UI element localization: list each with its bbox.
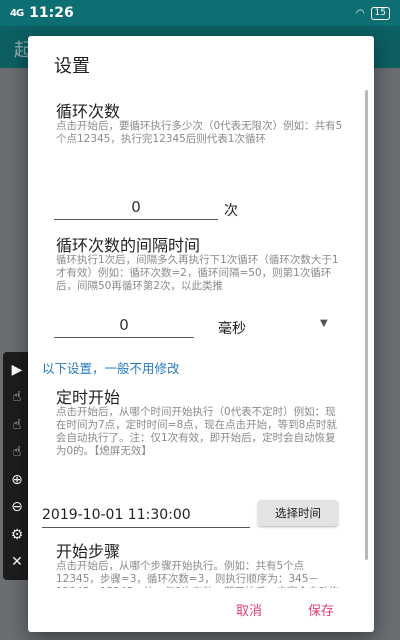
interval-unit-select[interactable]: 毫秒 <box>218 318 246 338</box>
tap-icon[interactable]: ☝ <box>13 444 22 460</box>
battery-icon: 15 <box>370 6 390 20</box>
tap-icon[interactable]: ☝ <box>13 417 22 433</box>
add-circle-icon[interactable]: ⊕ <box>11 472 23 488</box>
loop-interval-desc: 循环执行1次后，间隔多久再执行下1次循环（循环次数大于1才有效）例如：循环次数=… <box>56 254 339 292</box>
advanced-settings-note: 以下设置，一般不用修改 <box>42 361 180 376</box>
loop-interval-input[interactable]: 0 <box>54 314 194 338</box>
start-step-desc: 点击开始后，从哪个步骤开始执行。例如：共有5个点12345，步骤=3，循环次数=… <box>56 560 339 588</box>
scrollbar[interactable] <box>365 90 368 560</box>
pick-time-button[interactable]: 选择时间 <box>258 500 338 526</box>
timed-start-desc: 点击开始后，从哪个时间开始执行（0代表不定时）例如：现在时间为7点，定时时间=8… <box>56 406 337 457</box>
remove-circle-icon[interactable]: ⊖ <box>11 499 23 515</box>
signal-icon: 4G <box>10 7 24 19</box>
save-button[interactable]: 保存 <box>308 600 334 619</box>
tap-icon[interactable]: ☝ <box>13 389 22 405</box>
settings-scroll-area[interactable]: 循环次数 点击开始后，要循环执行多少次（0代表无限次）例如：共有5个点12345… <box>28 92 374 588</box>
timed-start-title: 定时开始 <box>56 388 121 407</box>
status-bar: 4G 11:26 ◠ 15 <box>0 0 400 26</box>
start-step-title: 开始步骤 <box>56 542 121 561</box>
loop-interval-title: 循环次数的间隔时间 <box>56 236 201 255</box>
loop-count-desc: 点击开始后，要循环执行多少次（0代表无限次）例如：共有5个点12345，执行完1… <box>56 120 343 145</box>
play-icon[interactable]: ▶ <box>12 362 23 378</box>
dialog-title: 设置 <box>54 56 90 77</box>
dialog-actions: 取消 保存 <box>28 588 374 632</box>
clock: 11:26 <box>29 5 74 21</box>
chevron-down-icon[interactable]: ▼ <box>320 318 328 329</box>
settings-dialog: 设置 循环次数 点击开始后，要循环执行多少次（0代表无限次）例如：共有5个点12… <box>28 36 374 632</box>
loop-count-unit: 次 <box>224 203 238 219</box>
loop-count-title: 循环次数 <box>56 102 121 121</box>
gear-icon[interactable]: ⚙ <box>11 527 24 543</box>
status-icons: ◠ 15 <box>355 6 390 20</box>
wifi-icon: ◠ <box>355 7 365 19</box>
close-icon[interactable]: ✕ <box>11 554 23 570</box>
loop-count-input[interactable]: 0 <box>54 196 218 220</box>
start-datetime-field[interactable]: 2019-10-01 11:30:00 <box>42 504 250 528</box>
floating-toolbar: ▶ ☝ ☝ ☝ ⊕ ⊖ ⚙ ✕ <box>3 352 31 580</box>
cancel-button[interactable]: 取消 <box>236 600 262 619</box>
